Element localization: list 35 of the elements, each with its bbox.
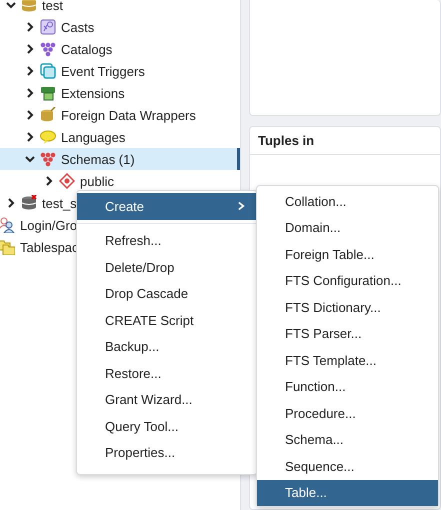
menu-item-label: FTS Template... (285, 352, 377, 368)
menu-item-label: Domain... (285, 220, 341, 236)
menu-item-label: Drop Cascade (105, 286, 188, 302)
menu-item-label: FTS Configuration... (285, 273, 402, 288)
menu-item-label: Foreign Table... (285, 246, 374, 262)
tree-item-label: Catalogs (61, 42, 112, 56)
tree-item-label: Foreign Data Wrappers (61, 108, 196, 122)
menu-item-label: CREATE Script (105, 312, 194, 328)
menu-item-label: Table... (285, 485, 327, 500)
tree-item-label: Login/Gro (20, 218, 78, 232)
menu-item-label: Create (105, 198, 144, 214)
tree-item-label: Schemas (1) (61, 152, 135, 166)
panel-title: Tuples in (250, 127, 440, 155)
menu-item-label: Grant Wizard... (105, 392, 192, 408)
tree-item-label: Tablespac (20, 240, 79, 254)
tree-item-label: test_s (42, 196, 77, 210)
menu-item-label: Delete/Drop (105, 260, 174, 275)
menu-item-label: FTS Dictionary... (285, 300, 381, 315)
menu-item-label: FTS Parser... (285, 326, 362, 342)
menu-item-label: Collation... (285, 194, 346, 209)
menu-item-label: Query Tool... (105, 418, 178, 434)
menu-item-label: Properties... (105, 445, 176, 460)
menu-item-label: Function... (285, 379, 346, 394)
tree-item-label: Extensions (61, 86, 125, 100)
menu-item-label: Refresh... (105, 233, 162, 248)
menu-item-label: Procedure... (285, 406, 356, 421)
tree-item-label: Casts (61, 20, 94, 34)
tree-item-label: Languages (61, 130, 126, 144)
menu-item-label: Schema... (285, 432, 344, 448)
tree-item-label: test (42, 0, 63, 12)
menu-item-label: Backup... (105, 339, 160, 354)
tree-item-label: public (80, 174, 114, 188)
tree-item-label: Event Triggers (61, 64, 145, 78)
menu-item-label: Restore... (105, 366, 162, 381)
menu-item-label: Sequence... (285, 458, 354, 474)
